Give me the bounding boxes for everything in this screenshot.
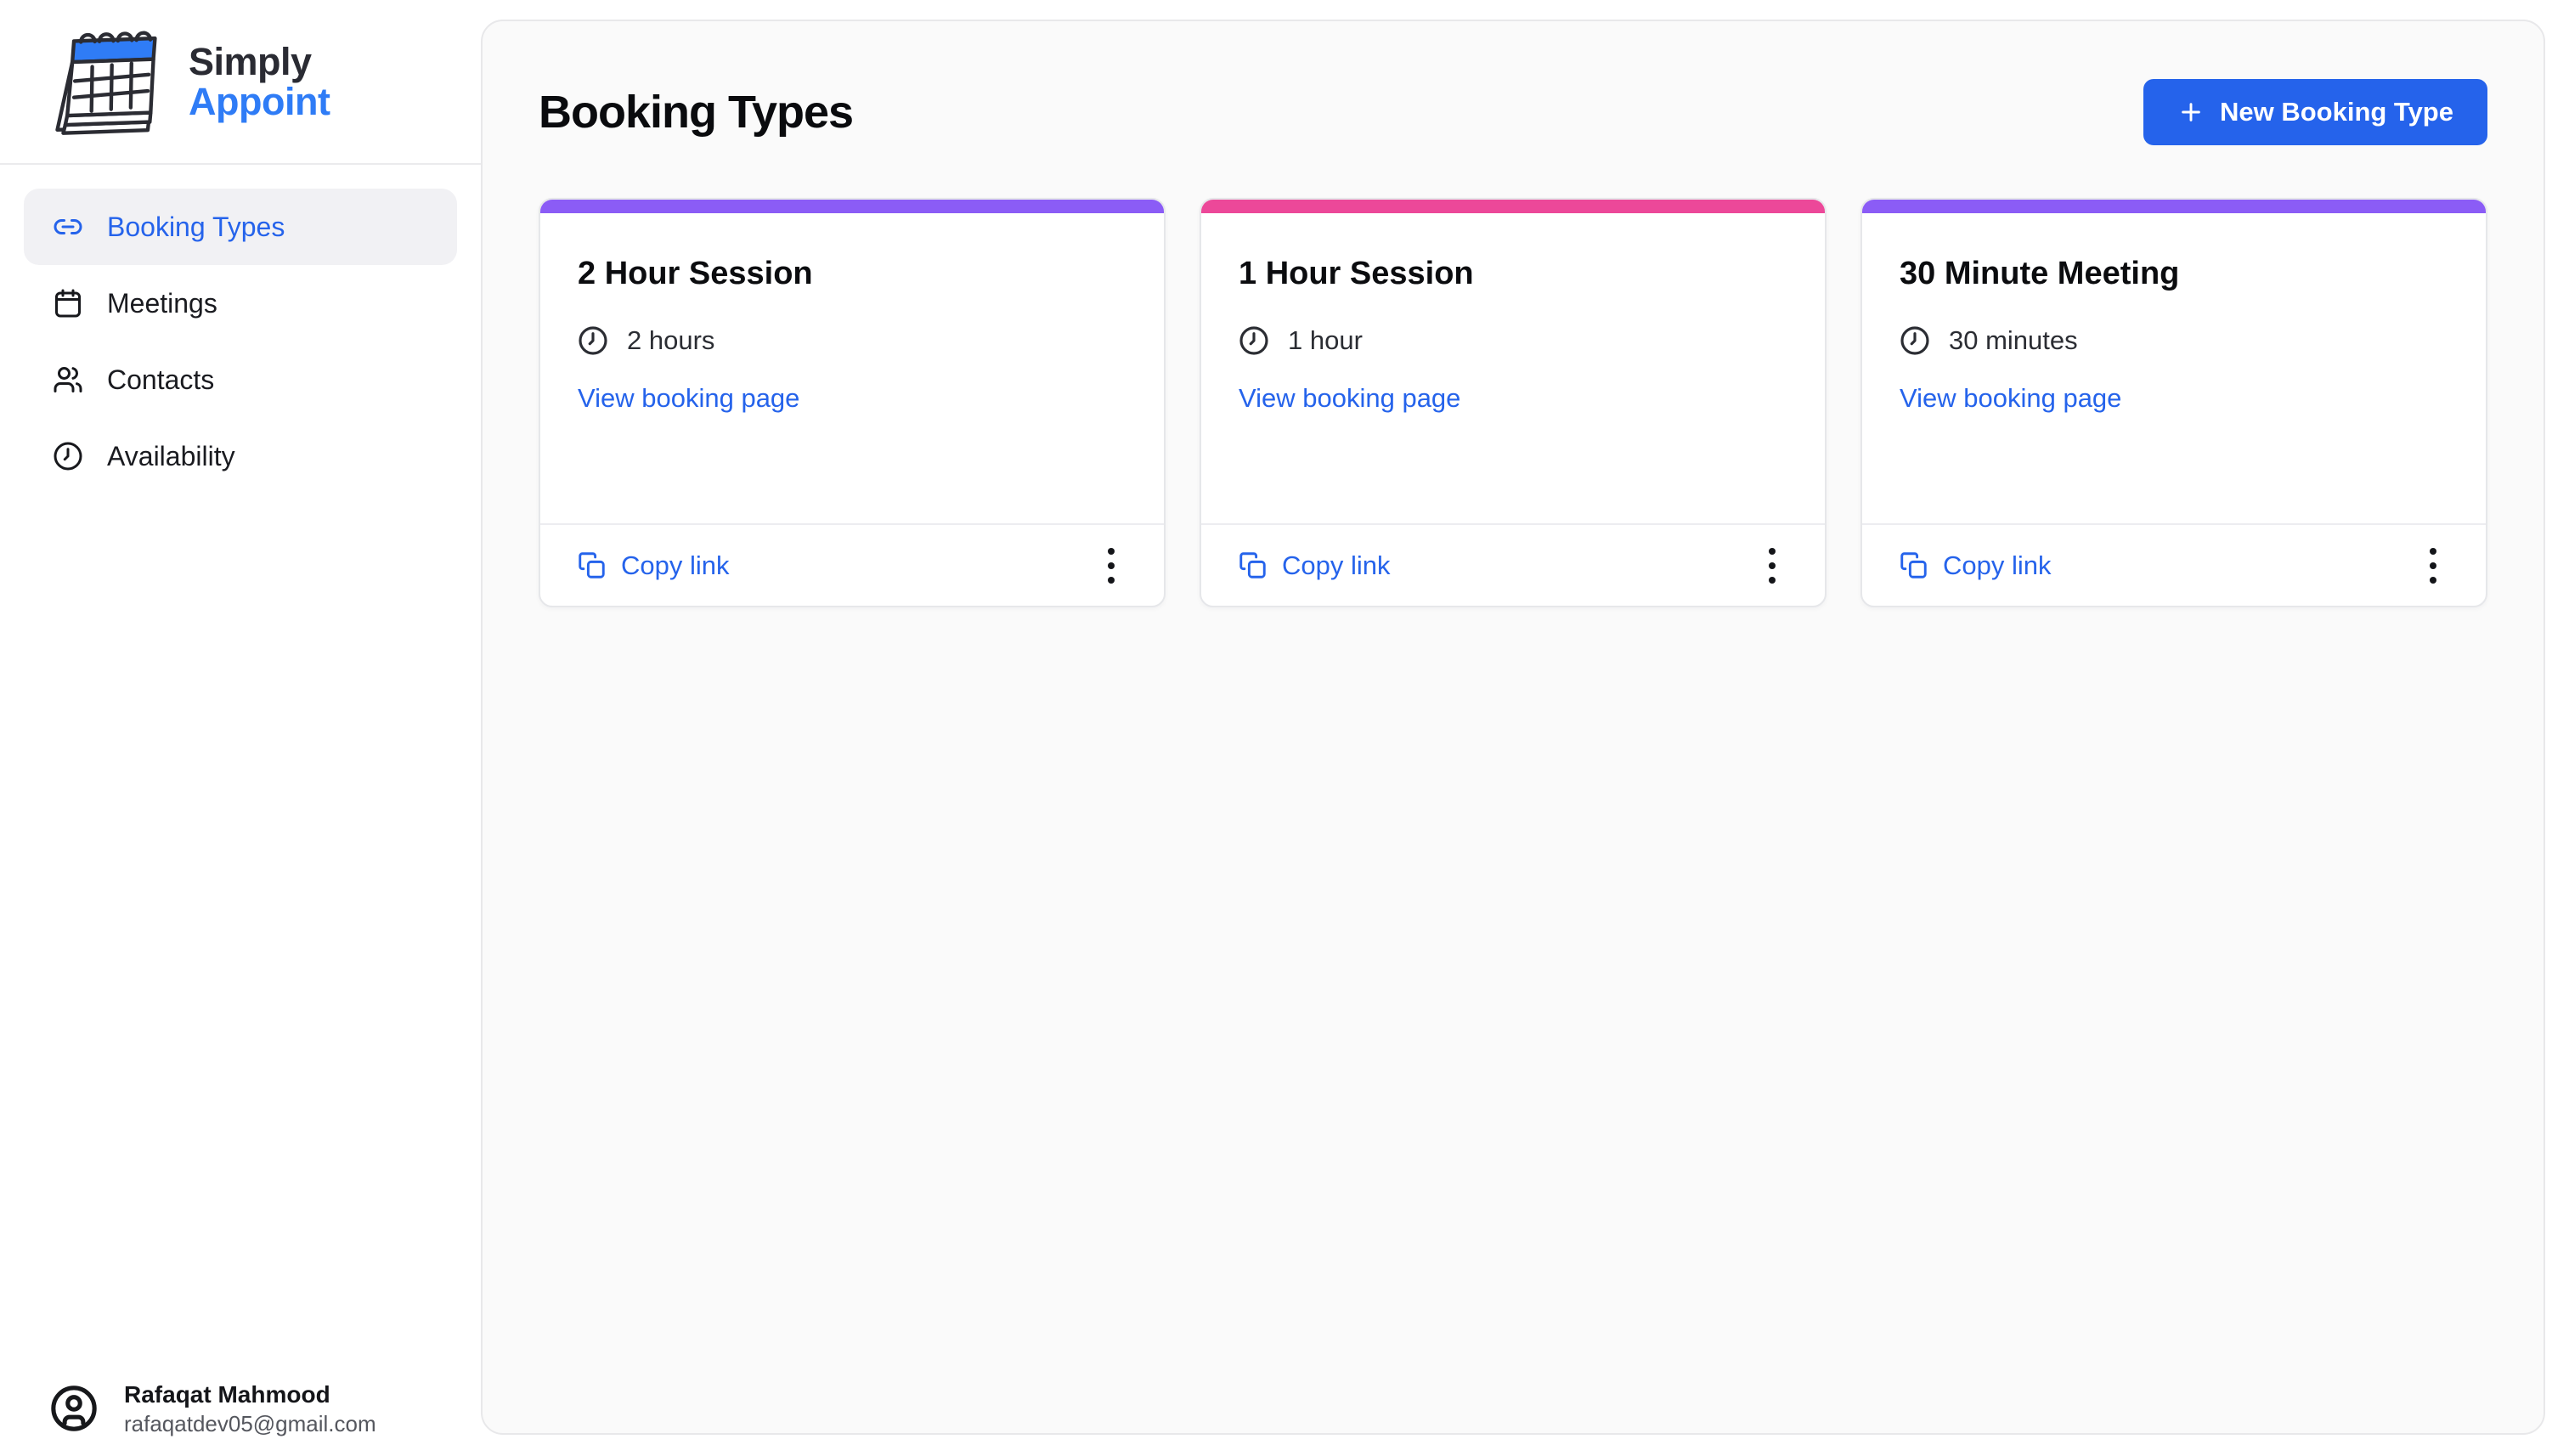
plus-icon [2177, 99, 2205, 126]
copy-link-label: Copy link [621, 550, 730, 581]
clock-icon [1239, 325, 1269, 356]
card-body: 2 Hour Session 2 hours View booking page [540, 213, 1164, 414]
duration-text: 2 hours [627, 325, 714, 356]
card-accent-bar [540, 200, 1164, 213]
card-title: 30 Minute Meeting [1900, 254, 2448, 293]
card-title: 2 Hour Session [578, 254, 1126, 293]
panel-header: Booking Types New Booking Type [483, 21, 2544, 145]
user-avatar-icon [49, 1384, 99, 1433]
sidebar-item-label: Contacts [107, 364, 214, 396]
duration-text: 1 hour [1288, 325, 1363, 356]
copy-link-button[interactable]: Copy link [1239, 550, 1391, 581]
card-menu-button[interactable] [2414, 540, 2452, 591]
duration-row: 2 hours [578, 325, 1126, 356]
new-booking-type-label: New Booking Type [2220, 97, 2453, 127]
view-booking-page-link[interactable]: View booking page [1900, 383, 2121, 414]
card-menu-button[interactable] [1753, 540, 1791, 591]
card-footer: Copy link [1862, 523, 2486, 606]
copy-icon [1900, 551, 1928, 579]
copy-link-label: Copy link [1282, 550, 1391, 581]
card-title: 1 Hour Session [1239, 254, 1787, 293]
booking-type-cards: 2 Hour Session 2 hours View booking page [483, 198, 2544, 607]
main-panel: Booking Types New Booking Type 2 Hour Se… [481, 20, 2545, 1435]
link-icon [53, 212, 83, 242]
sidebar-item-availability[interactable]: Availability [24, 418, 457, 494]
copy-link-button[interactable]: Copy link [578, 550, 730, 581]
kebab-menu-icon [2429, 546, 2437, 585]
user-account[interactable]: Rafaqat Mahmood rafaqatdev05@gmail.com [49, 1380, 376, 1437]
duration-text: 30 minutes [1949, 325, 2078, 356]
sidebar-item-label: Availability [107, 441, 235, 472]
user-name: Rafaqat Mahmood [124, 1380, 376, 1410]
sidebar-item-contacts[interactable]: Contacts [24, 341, 457, 418]
calendar-icon [53, 288, 83, 319]
copy-icon [1239, 551, 1267, 579]
card-footer: Copy link [1201, 523, 1825, 606]
duration-row: 30 minutes [1900, 325, 2448, 356]
view-booking-page-link[interactable]: View booking page [1239, 383, 1460, 414]
clock-icon [1900, 325, 1930, 356]
booking-type-card: 1 Hour Session 1 hour View booking page [1200, 198, 1827, 607]
brand-logo: Simply Appoint [0, 0, 481, 165]
clock-icon [53, 441, 83, 471]
card-menu-button[interactable] [1093, 540, 1130, 591]
card-accent-bar [1862, 200, 2486, 213]
page-title: Booking Types [539, 86, 853, 138]
kebab-menu-icon [1768, 546, 1776, 585]
card-body: 30 Minute Meeting 30 minutes View bookin… [1862, 213, 2486, 414]
sidebar-item-booking-types[interactable]: Booking Types [24, 189, 457, 265]
copy-link-label: Copy link [1943, 550, 2052, 581]
users-icon [53, 364, 83, 395]
clock-icon [578, 325, 608, 356]
brand-name: Simply Appoint [189, 42, 330, 121]
user-email: rafaqatdev05@gmail.com [124, 1410, 376, 1437]
booking-type-card: 30 Minute Meeting 30 minutes View bookin… [1860, 198, 2487, 607]
sidebar-item-meetings[interactable]: Meetings [24, 265, 457, 341]
kebab-menu-icon [1107, 546, 1115, 585]
booking-type-card: 2 Hour Session 2 hours View booking page [539, 198, 1166, 607]
card-footer: Copy link [540, 523, 1164, 606]
sidebar: Simply Appoint Booking Types Meetings [0, 0, 481, 1456]
brand-name-top: Simply [189, 42, 330, 82]
new-booking-type-button[interactable]: New Booking Type [2143, 79, 2487, 145]
card-body: 1 Hour Session 1 hour View booking page [1201, 213, 1825, 414]
view-booking-page-link[interactable]: View booking page [578, 383, 799, 414]
copy-link-button[interactable]: Copy link [1900, 550, 2052, 581]
duration-row: 1 hour [1239, 325, 1787, 356]
card-accent-bar [1201, 200, 1825, 213]
brand-name-bottom: Appoint [189, 82, 330, 121]
calendar-logo-icon [48, 23, 175, 140]
sidebar-item-label: Booking Types [107, 212, 285, 243]
sidebar-nav: Booking Types Meetings Contacts [0, 189, 481, 494]
user-info: Rafaqat Mahmood rafaqatdev05@gmail.com [124, 1380, 376, 1437]
copy-icon [578, 551, 606, 579]
sidebar-item-label: Meetings [107, 288, 217, 319]
